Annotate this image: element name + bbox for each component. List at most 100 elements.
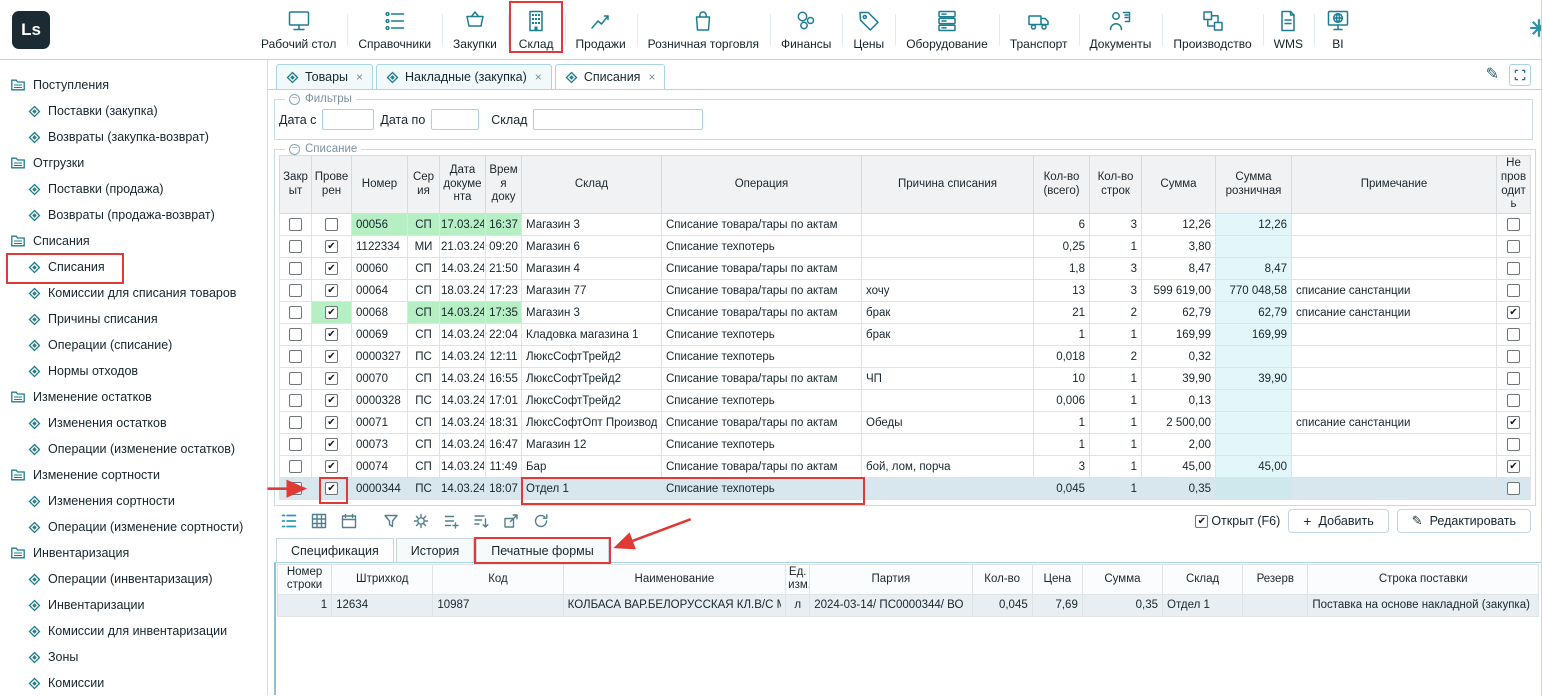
table-row[interactable]: 00056СП17.03.2416:37Магазин 3Списание то…	[280, 214, 1531, 236]
column-header[interactable]: Резерв	[1243, 565, 1308, 594]
checklist-icon[interactable]	[442, 512, 460, 530]
table-row[interactable]: ✔1122334МИ21.03.2409:20Магазин 6Списание…	[280, 236, 1531, 258]
column-header[interactable]: Склад	[522, 156, 662, 214]
module-wms[interactable]: WMS	[1263, 0, 1314, 59]
cell[interactable]: 2024-03-14/ ПС0000344/ ВО	[810, 594, 972, 616]
cell-qty_total[interactable]: 3	[1034, 456, 1090, 478]
module-finance[interactable]: Финансы	[770, 0, 842, 59]
cell-checkbox[interactable]	[1497, 258, 1531, 280]
sidebar-item[interactable]: Изменение остатков	[0, 384, 267, 410]
cell[interactable]: л	[786, 594, 810, 616]
cell-qty_rows[interactable]: 3	[1090, 280, 1142, 302]
cell-date[interactable]: 17.03.24	[440, 214, 486, 236]
cell-sum[interactable]: 2,00	[1142, 434, 1216, 456]
cell-checkbox[interactable]	[280, 280, 312, 302]
table-row[interactable]: ✔0000344ПС14.03.2418:07Отдел 1Списание т…	[280, 478, 1531, 500]
sidebar-item[interactable]: Инвентаризации	[0, 592, 267, 618]
cell-series[interactable]: СП	[408, 456, 440, 478]
cell-checkbox[interactable]	[280, 434, 312, 456]
cell-number[interactable]: 00074	[352, 456, 408, 478]
table-row[interactable]: 11263410987КОЛБАСА ВАР.БЕЛОРУССКАЯ КЛ.В/…	[278, 594, 1539, 616]
cell-sum_retail[interactable]: 169,99	[1216, 324, 1292, 346]
cell-sum[interactable]: 0,32	[1142, 346, 1216, 368]
column-header[interactable]: Сумма	[1142, 156, 1216, 214]
column-header[interactable]: Номер строки	[278, 565, 332, 594]
cell-qty_rows[interactable]: 1	[1090, 368, 1142, 390]
rows-numbered-icon[interactable]	[280, 512, 298, 530]
cell-sum[interactable]: 3,80	[1142, 236, 1216, 258]
cell-operation[interactable]: Списание товара/тары по актам	[662, 258, 862, 280]
cell-checkbox[interactable]	[280, 368, 312, 390]
column-header[interactable]: Закрыт	[280, 156, 312, 214]
checkbox-icon[interactable]	[289, 460, 302, 473]
column-header[interactable]: Проверен	[312, 156, 352, 214]
cell-reason[interactable]: брак	[862, 324, 1034, 346]
cell-operation[interactable]: Списание товара/тары по актам	[662, 456, 862, 478]
cell-sum_retail[interactable]: 8,47	[1216, 258, 1292, 280]
cell-time[interactable]: 16:37	[486, 214, 522, 236]
cell-time[interactable]: 16:55	[486, 368, 522, 390]
column-header[interactable]: Время доку	[486, 156, 522, 214]
cell-reason[interactable]	[862, 390, 1034, 412]
cell-reason[interactable]	[862, 434, 1034, 456]
checkbox-icon[interactable]	[1507, 240, 1520, 253]
checkbox-icon[interactable]	[289, 482, 302, 495]
cell-checkbox[interactable]: ✔	[312, 236, 352, 258]
cell[interactable]: 12634	[332, 594, 433, 616]
cell-reason[interactable]	[862, 346, 1034, 368]
edge-star-icon[interactable]	[1528, 17, 1542, 39]
checkbox-icon[interactable]: ✔	[325, 394, 338, 407]
cell-checkbox[interactable]: ✔	[312, 258, 352, 280]
checkbox-icon[interactable]: ✔	[325, 328, 338, 341]
date-to-input[interactable]	[431, 109, 479, 130]
checkbox-icon[interactable]: ✔	[325, 460, 338, 473]
column-header[interactable]: Наименование	[563, 565, 786, 594]
cell-qty_total[interactable]: 13	[1034, 280, 1090, 302]
cell-checkbox[interactable]	[280, 302, 312, 324]
sidebar-item[interactable]: Изменения остатков	[0, 410, 267, 436]
column-header[interactable]: Примечание	[1292, 156, 1497, 214]
cell-qty_rows[interactable]: 1	[1090, 324, 1142, 346]
cell-note[interactable]	[1292, 236, 1497, 258]
checkbox-icon[interactable]	[1507, 372, 1520, 385]
cell-checkbox[interactable]: ✔	[312, 302, 352, 324]
cell-number[interactable]: 00056	[352, 214, 408, 236]
cell[interactable]	[1243, 594, 1308, 616]
cell-checkbox[interactable]: ✔	[312, 390, 352, 412]
column-header[interactable]: Кол-во	[972, 565, 1032, 594]
close-icon[interactable]: ×	[356, 70, 363, 84]
cell-checkbox[interactable]	[1497, 236, 1531, 258]
cell-sum[interactable]: 169,99	[1142, 324, 1216, 346]
cell-qty_total[interactable]: 6	[1034, 214, 1090, 236]
cell-warehouse[interactable]: Магазин 3	[522, 214, 662, 236]
cell-qty_total[interactable]: 0,25	[1034, 236, 1090, 258]
cell-checkbox[interactable]	[1497, 390, 1531, 412]
column-header[interactable]: Кол-во строк	[1090, 156, 1142, 214]
cell-qty_rows[interactable]: 1	[1090, 434, 1142, 456]
cell-date[interactable]: 14.03.24	[440, 302, 486, 324]
cell-checkbox[interactable]: ✔	[312, 280, 352, 302]
checkbox-icon[interactable]: ✔	[325, 284, 338, 297]
column-header[interactable]: Штрихкод	[332, 565, 433, 594]
checkbox-icon[interactable]: ✔	[1507, 416, 1520, 429]
sidebar-item[interactable]: Инвентаризация	[0, 540, 267, 566]
cell-checkbox[interactable]	[280, 412, 312, 434]
cell-checkbox[interactable]: ✔	[1497, 302, 1531, 324]
cell-reason[interactable]: брак	[862, 302, 1034, 324]
cell-date[interactable]: 18.03.24	[440, 280, 486, 302]
cell-warehouse[interactable]: ЛюксСофтОпт Производ	[522, 412, 662, 434]
edit-button[interactable]: ✎ Редактировать	[1397, 509, 1531, 533]
cell-checkbox[interactable]	[280, 324, 312, 346]
cell-reason[interactable]: бой, лом, порча	[862, 456, 1034, 478]
collapse-icon[interactable]: −	[289, 144, 300, 155]
cell-qty_total[interactable]: 0,018	[1034, 346, 1090, 368]
sidebar-item[interactable]: Зоны	[0, 644, 267, 670]
cell-series[interactable]: СП	[408, 214, 440, 236]
add-button[interactable]: + Добавить	[1288, 509, 1388, 533]
cell-checkbox[interactable]	[1497, 214, 1531, 236]
cell-checkbox[interactable]: ✔	[312, 324, 352, 346]
cell[interactable]: 0,045	[972, 594, 1032, 616]
checkbox-icon[interactable]	[289, 350, 302, 363]
checkbox-icon[interactable]	[1507, 262, 1520, 275]
cell-reason[interactable]: Обеды	[862, 412, 1034, 434]
